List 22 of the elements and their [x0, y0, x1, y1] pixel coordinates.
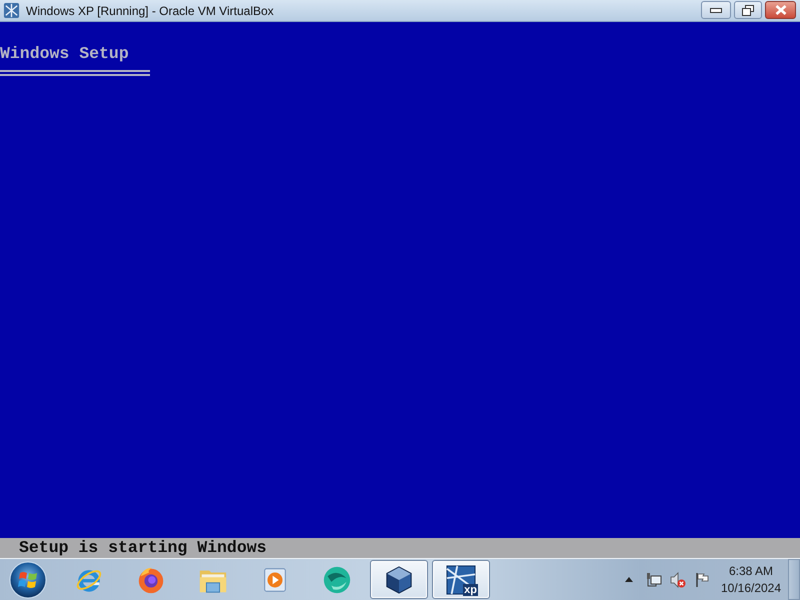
start-orb-icon — [9, 560, 47, 598]
restore-icon — [742, 4, 754, 16]
taskbar-button[interactable] — [370, 560, 428, 599]
close-button[interactable] — [765, 1, 796, 19]
status-text: Setup is starting Windows — [19, 538, 267, 558]
taskbar-button[interactable]: xp — [432, 560, 490, 599]
minimize-icon — [710, 8, 722, 12]
chevron-up-icon — [625, 577, 633, 582]
minimize-button[interactable] — [701, 1, 731, 19]
close-icon — [774, 5, 786, 15]
setup-heading: Windows Setup — [0, 44, 129, 64]
window-pane-icon — [446, 564, 476, 594]
spoked-tile-icon — [3, 2, 20, 19]
flag-icon[interactable] — [694, 572, 710, 588]
icon-badge: xp — [463, 584, 478, 596]
cube-icon — [384, 564, 414, 594]
window-title: Windows XP [Running] - Oracle VM VirtualBox — [26, 4, 274, 18]
sphere-icon — [322, 564, 352, 594]
clock-button[interactable]: 6:38 AM 10/16/2024 — [718, 560, 784, 598]
restore-button[interactable] — [734, 1, 762, 19]
network-icon[interactable] — [646, 572, 662, 588]
speaker-icon[interactable] — [670, 572, 686, 588]
